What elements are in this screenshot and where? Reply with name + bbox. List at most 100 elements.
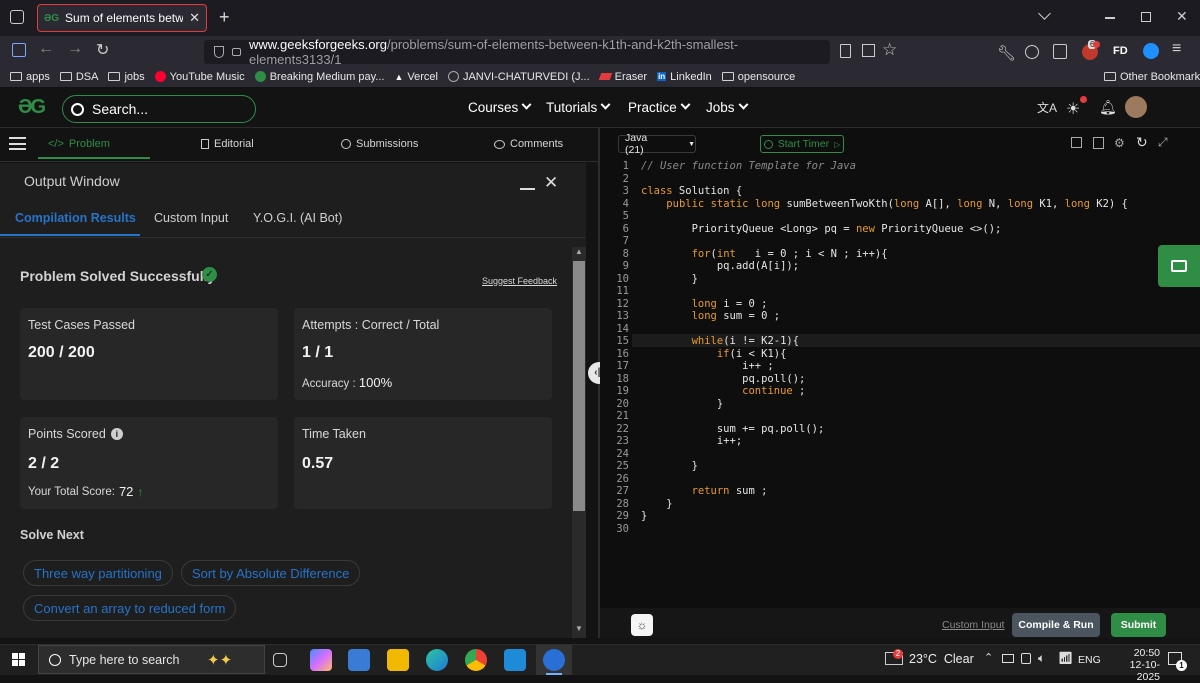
bookmark-apps[interactable]: apps [10, 71, 50, 83]
close-window-icon[interactable]: ✕ [1176, 8, 1188, 25]
tab-custom-input[interactable]: Custom Input [154, 211, 228, 225]
lock-icon[interactable] [231, 48, 241, 56]
windows-start-icon[interactable] [12, 653, 25, 666]
copy-icon[interactable] [1071, 137, 1082, 148]
code-text[interactable]: } [641, 398, 723, 411]
chrome-icon[interactable] [465, 649, 487, 671]
tab-compilation-results[interactable]: Compilation Results [15, 211, 136, 225]
translate-icon[interactable]: 文A [1037, 99, 1057, 116]
restore-icon[interactable] [1141, 12, 1151, 22]
bookmark-eraser[interactable]: Eraser [598, 71, 647, 83]
file-explorer-icon[interactable] [387, 649, 409, 671]
bookmark-github[interactable]: JANVI-CHATURVEDI (J... [447, 71, 590, 83]
browser-tab-active[interactable]: ƏG Sum of elements between k1'th ✕ [37, 4, 207, 32]
code-text[interactable]: return sum ; [641, 485, 768, 498]
scrollbar-thumb[interactable] [573, 261, 585, 511]
code-text[interactable]: class Solution { [641, 185, 742, 198]
code-line[interactable]: 13 long sum = 0 ; [600, 310, 1200, 323]
code-line[interactable]: 29} [600, 510, 1200, 523]
code-line[interactable]: 24 [600, 448, 1200, 461]
code-text[interactable]: while(i != K2-1){ [641, 335, 799, 348]
edge-icon[interactable] [426, 649, 448, 671]
solve-next-link[interactable]: Convert an array to reduced form [23, 595, 237, 621]
scroll-down-icon[interactable]: ▼ [575, 624, 583, 633]
solve-next-link[interactable]: Three way partitioning [23, 560, 173, 586]
tab-list-icon[interactable] [10, 10, 24, 24]
tab-overflow-icon[interactable] [1038, 7, 1051, 20]
store-icon[interactable] [348, 649, 370, 671]
solve-next-link[interactable]: Sort by Absolute Difference [181, 560, 361, 586]
forward-icon[interactable]: → [67, 40, 83, 58]
code-line[interactable]: 14 [600, 323, 1200, 336]
code-text[interactable]: } [641, 510, 647, 523]
vscode-icon[interactable] [504, 649, 526, 671]
bookmark-linkedin[interactable]: in LinkedIn [657, 71, 712, 83]
code-line[interactable]: 21 [600, 410, 1200, 423]
code-line[interactable]: 12 long i = 0 ; [600, 298, 1200, 311]
code-line[interactable]: 5 [600, 210, 1200, 223]
start-timer-button[interactable]: Start Timer ▷ [760, 135, 844, 153]
code-line[interactable]: 1 // User function Template for Java [600, 160, 1200, 173]
shield-icon[interactable] [214, 46, 224, 58]
code-line[interactable]: 20 } [600, 398, 1200, 411]
clock[interactable]: 20:50 12-10-2025 [1108, 647, 1160, 683]
code-text[interactable]: i++; [641, 435, 742, 448]
code-line[interactable]: 9 pq.add(A[i]); [600, 260, 1200, 273]
code-text[interactable]: PriorityQueue <Long> pq = new PriorityQu… [641, 223, 1002, 236]
app-menu-icon[interactable]: ≡ [1172, 40, 1181, 58]
avatar[interactable] [1125, 96, 1147, 118]
code-text[interactable]: continue ; [641, 385, 805, 398]
code-line[interactable]: 11 [600, 285, 1200, 298]
task-view-icon[interactable] [273, 653, 287, 667]
compile-run-button[interactable]: Compile & Run [1012, 613, 1100, 637]
tab-problem[interactable]: </> Problem [48, 138, 110, 150]
code-text[interactable]: for(int i = 0 ; i < N ; i++){ [641, 248, 888, 261]
wifi-icon[interactable]: 📶︎ [1058, 651, 1073, 665]
upload-icon[interactable] [1093, 137, 1104, 149]
code-line[interactable]: 10 } [600, 273, 1200, 286]
code-line[interactable]: 16 if(i < K1){ [600, 348, 1200, 361]
minimize-output-icon[interactable] [520, 188, 535, 190]
code-text[interactable]: } [641, 498, 672, 511]
fullscreen-icon[interactable]: ⤢ [1158, 135, 1168, 150]
code-line[interactable]: 26 [600, 473, 1200, 486]
close-tab-icon[interactable]: ✕ [189, 10, 200, 26]
settings-icon[interactable]: ⚙ [1114, 136, 1125, 150]
code-text[interactable]: } [641, 273, 698, 286]
code-line[interactable]: 7 [600, 235, 1200, 248]
close-output-icon[interactable]: ✕ [544, 173, 558, 193]
tab-comments[interactable]: Comments [494, 138, 563, 150]
other-bookmarks[interactable]: Other Bookmarks [1104, 71, 1200, 83]
code-text[interactable]: sum += pq.poll(); [641, 423, 824, 436]
code-line[interactable]: 17 i++ ; [600, 360, 1200, 373]
bookmark-jobs[interactable]: jobs [108, 71, 145, 83]
suggest-feedback-link[interactable]: Suggest Feedback [482, 276, 557, 286]
bookmark-dsa[interactable]: DSA [59, 71, 98, 83]
menu-practice[interactable]: Practice [628, 99, 691, 115]
code-line[interactable]: 8 for(int i = 0 ; i < N ; i++){ [600, 248, 1200, 261]
code-line[interactable]: 6 PriorityQueue <Long> pq = new Priority… [600, 223, 1200, 236]
menu-tutorials[interactable]: Tutorials [546, 99, 611, 115]
output-scrollbar[interactable] [572, 247, 586, 638]
volume-icon[interactable]: 🔈︎ [1038, 651, 1045, 666]
account-icon[interactable] [1143, 43, 1159, 59]
tab-submissions[interactable]: Submissions [341, 138, 418, 150]
sidebar-icon[interactable] [12, 43, 26, 57]
extension-icon[interactable] [1025, 45, 1039, 59]
bookmark-star-icon[interactable]: ☆ [882, 40, 897, 60]
menu-courses[interactable]: Courses [468, 99, 532, 115]
profile-initials[interactable]: FD [1113, 45, 1128, 57]
copilot-icon[interactable] [310, 649, 332, 671]
back-icon[interactable]: ← [38, 40, 54, 58]
code-line[interactable]: 23 i++; [600, 435, 1200, 448]
code-line[interactable]: 18 pq.poll(); [600, 373, 1200, 386]
scroll-up-icon[interactable]: ▲ [575, 247, 583, 256]
taskbar-search-input[interactable]: Type here to search ✦✦ [38, 645, 265, 674]
code-line[interactable]: 25 } [600, 460, 1200, 473]
language-select[interactable]: Java (21) ▼ [618, 132, 696, 156]
info-icon[interactable]: i [110, 428, 123, 440]
chat-button[interactable] [1158, 245, 1200, 287]
save-to-pocket-icon[interactable] [862, 44, 875, 57]
code-line[interactable]: 4 public static long sumBetweenTwoKth(lo… [600, 198, 1200, 211]
site-search-input[interactable]: Search... [62, 95, 256, 123]
